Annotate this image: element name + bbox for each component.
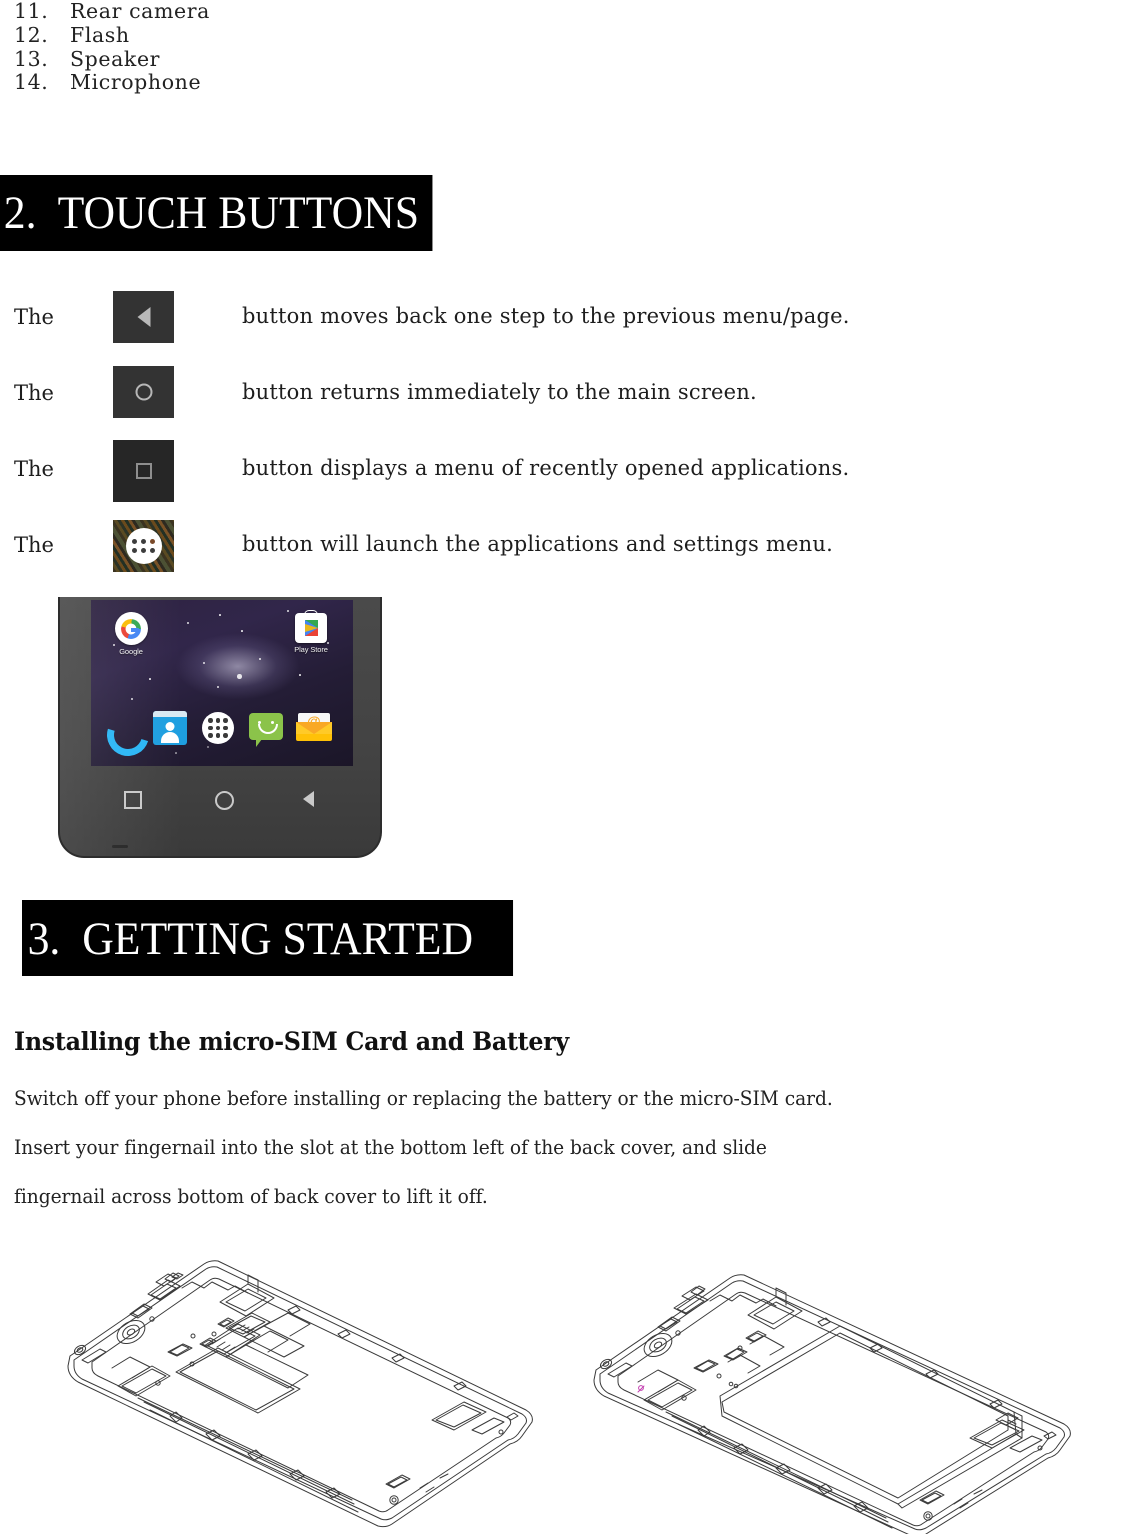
touch-button-row-recents: The button displays a menu of recently o… (0, 438, 1121, 514)
body-paragraph-line: Switch off your phone before installing … (14, 1087, 833, 1110)
app-icon-label: Google (119, 647, 143, 656)
phone-back-cover-removed-sim-slots-diagram (52, 1252, 552, 1534)
google-search-icon[interactable]: Google (105, 612, 157, 656)
part-number: 12. (14, 22, 49, 47)
list-item: 14. Microphone (14, 71, 614, 95)
google-g-badge (114, 612, 148, 645)
phone-chassis: Google Play Store @ (58, 597, 382, 858)
phone-dock: @ (99, 705, 343, 764)
app-drawer-dots-glyph (125, 528, 162, 564)
body-paragraph-line: fingernail across bottom of back cover t… (14, 1185, 488, 1208)
subheading-installing-sim-and-battery: Installing the micro-SIM Card and Batter… (14, 1027, 569, 1056)
home-button-icon[interactable] (113, 366, 174, 418)
touch-button-row-app-drawer: The button will launch the applications … (0, 514, 1121, 590)
row-prefix-text: The (14, 305, 54, 329)
play-store-icon[interactable]: Play Store (283, 613, 339, 654)
recents-button-icon[interactable] (113, 440, 174, 502)
list-item: 13. Speaker (14, 46, 614, 72)
recents-square-glyph (135, 463, 152, 479)
row-prefix-text: The (14, 533, 54, 557)
row-description-text: button will launch the applications and … (242, 532, 833, 556)
touch-button-row-home: The button returns immediately to the ma… (0, 362, 1121, 438)
play-store-bag (295, 613, 327, 643)
phone-nav-bar (60, 777, 380, 829)
list-item: 12. Flash (14, 22, 614, 48)
phone-dialer-icon[interactable] (99, 706, 157, 764)
row-description-text: button displays a menu of recently opene… (242, 456, 850, 480)
recents-square-icon[interactable] (124, 791, 142, 809)
phone-display: Google Play Store @ (91, 600, 353, 766)
part-label: Rear camera (70, 0, 211, 23)
section-heading-touch-buttons: 2. TOUCH BUTTONS (0, 175, 433, 251)
part-label: Microphone (70, 70, 202, 95)
phone-bottom-microphone (112, 845, 128, 848)
part-number: 13. (14, 46, 49, 71)
list-item: 11. Rear camera (14, 0, 614, 24)
part-label: Flash (70, 22, 130, 47)
phone-home-screen-photo: Google Play Store @ (58, 597, 382, 858)
row-prefix-text: The (14, 381, 54, 405)
home-circle-glyph (135, 383, 152, 401)
back-triangle-icon[interactable] (303, 791, 314, 807)
row-description-text: button moves back one step to the previo… (242, 304, 850, 328)
app-icon-label: Play Store (294, 645, 328, 654)
part-number: 11. (14, 0, 49, 23)
touch-button-row-back: The button moves back one step to the pr… (0, 286, 1121, 362)
parts-list: 11. Rear camera 12. Flash 13. Speaker 14… (14, 0, 614, 95)
row-description-text: button returns immediately to the main s… (242, 380, 757, 404)
phone-back-cover-removed-battery-installed-diagram (578, 1252, 1098, 1534)
app-drawer-icon[interactable] (199, 709, 237, 747)
part-label: Speaker (70, 46, 161, 71)
messaging-icon[interactable] (247, 709, 285, 747)
row-prefix-text: The (14, 457, 54, 481)
contacts-icon[interactable] (151, 709, 189, 747)
part-number: 14. (14, 70, 49, 95)
back-triangle-glyph (137, 307, 150, 327)
back-button-icon[interactable] (113, 291, 174, 343)
app-drawer-button-icon[interactable] (113, 520, 174, 572)
body-paragraph-line: Insert your fingernail into the slot at … (14, 1136, 767, 1159)
home-circle-icon[interactable] (215, 791, 234, 810)
section-heading-getting-started: 3. GETTING STARTED (22, 900, 514, 976)
touch-buttons-rows: The button moves back one step to the pr… (0, 286, 1121, 590)
email-icon[interactable]: @ (295, 709, 333, 747)
